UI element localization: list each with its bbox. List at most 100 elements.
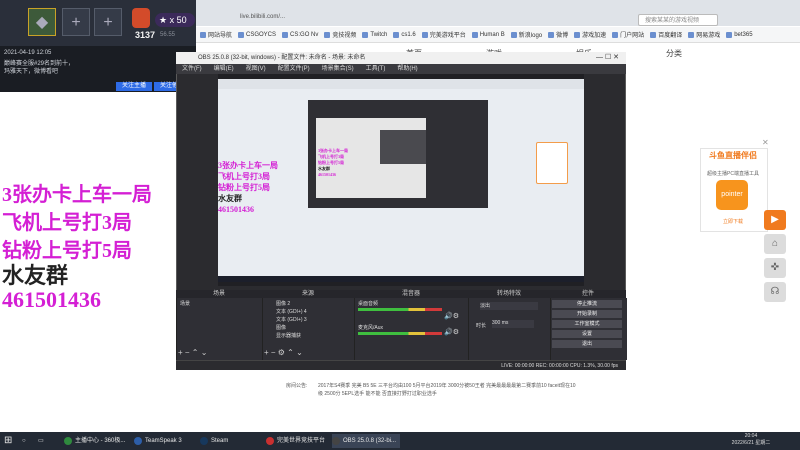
announcement-label: 房间公告:: [286, 383, 308, 389]
bookmark-icon: [612, 31, 619, 38]
bookmark-icon: [650, 31, 657, 38]
preview-overlay-text: 3张办卡上车一局 飞机上号打3局 钻粉上号打5局 水友群 461501436: [218, 160, 308, 230]
bookmark-item[interactable]: 新浪logo: [510, 30, 542, 39]
menu-profile[interactable]: 配置文件(P): [278, 64, 310, 74]
preview-small-line5: 461501436: [318, 172, 336, 177]
bookmark-icon: [421, 31, 428, 38]
address-bar[interactable]: live.bilibili.com/...: [240, 14, 620, 24]
bookmark-label: 竞技视频: [332, 33, 357, 39]
bookmark-icon: [200, 31, 206, 38]
bookmark-item[interactable]: 门户网站: [612, 30, 644, 39]
bookmark-item[interactable]: 游戏加速: [574, 30, 606, 39]
headset-icon[interactable]: ☊: [764, 282, 786, 302]
bookmark-item[interactable]: 完美游戏平台: [421, 30, 466, 39]
menu-scene-collection[interactable]: 场景集合(S): [322, 64, 354, 74]
source-item[interactable]: 文本 (GDI+) 4: [276, 308, 307, 315]
window-controls[interactable]: — ☐ ✕: [596, 53, 619, 61]
preview-line1: 3张办卡上车一局: [218, 161, 278, 170]
start-recording-button[interactable]: 开始录制: [552, 310, 622, 318]
ad-title: 斗鱼直播伴侣: [709, 151, 757, 160]
taskbar-item[interactable]: Steam: [200, 434, 250, 448]
desktop-audio-meter: [358, 308, 442, 311]
follow-button[interactable]: 关注主播: [116, 82, 152, 91]
bookmark-item[interactable]: 网易游戏: [688, 30, 720, 39]
add-slot-icon[interactable]: +: [62, 8, 90, 36]
bookmark-item[interactable]: Human B: [471, 31, 505, 38]
overlay-line2: 飞机上号打3局: [2, 212, 132, 234]
bookmark-label: 游戏加速: [582, 33, 607, 39]
menu-tools[interactable]: 工具(T): [366, 64, 386, 74]
bookmark-item[interactable]: cs1.6: [393, 31, 416, 38]
source-toolbar[interactable]: + − ⚙ ⌃ ⌄: [264, 348, 303, 357]
bookmark-icon: [548, 31, 555, 38]
nav-item[interactable]: 分类: [666, 48, 682, 59]
menu-file[interactable]: 文件(F): [182, 64, 202, 74]
settings-button[interactable]: 设置: [552, 330, 622, 338]
taskbar-clock[interactable]: 20:04 2022/6/21 星期二: [726, 433, 776, 447]
mic-mute-icon[interactable]: 🔊⚙: [444, 328, 459, 336]
gamepad-icon[interactable]: ✜: [764, 258, 786, 278]
search-input[interactable]: 搜索某某的游戏视频: [638, 14, 718, 26]
bookmark-item[interactable]: Twitch: [362, 31, 388, 38]
room-info: 2021-04-19 12:05 巅峰赛全服#29名到前十，玛雅天下，微博看吧 …: [0, 46, 196, 92]
menu-edit[interactable]: 编辑(E): [214, 64, 234, 74]
scene-toolbar[interactable]: + − ⌃ ⌄: [178, 348, 207, 357]
bookmark-label: cs1.6: [401, 31, 416, 38]
studio-mode-button[interactable]: 工作室模式: [552, 320, 622, 328]
mixer-desktop-label: 桌面音频: [358, 301, 379, 307]
add-slot-icon[interactable]: +: [94, 8, 122, 36]
home-icon[interactable]: ⌂: [764, 234, 786, 254]
start-icon[interactable]: ⊞: [4, 434, 12, 448]
bookmark-item[interactable]: CS:GO Nv: [282, 31, 318, 38]
dock-scenes-header: 场景: [176, 290, 262, 298]
preview-line4: 水友群: [218, 194, 242, 203]
taskbar-item[interactable]: TeamSpeak 3: [134, 434, 194, 448]
bookmark-icon: [362, 31, 369, 38]
task-view-icon[interactable]: ▭: [38, 434, 44, 448]
duration-input[interactable]: 300 ms: [492, 320, 534, 328]
bookmark-item[interactable]: bet365: [726, 31, 753, 38]
bookmark-icon: [510, 31, 517, 38]
obs-menu-bar: 文件(F) 编辑(E) 视图(V) 配置文件(P) 场景集合(S) 工具(T) …: [176, 64, 626, 74]
rank-sub: 56.55: [160, 32, 176, 38]
bookmark-item[interactable]: 微博: [548, 30, 568, 39]
preview-overlay-text-small: 3张办卡上车一局 飞机上号打3局 钻粉上号打5局 水友群 461501436: [318, 148, 358, 178]
scene-item[interactable]: 场景: [180, 300, 190, 307]
transition-select[interactable]: 淡出: [480, 302, 538, 310]
bookmarks-bar: 网站导航 CSGOYCS CS:GO Nv 竞技视频 Twitch cs1.6 完美游戏平台…: [196, 27, 800, 43]
bookmark-item[interactable]: 竞技视频: [324, 30, 356, 39]
close-icon[interactable]: ✕: [762, 138, 769, 147]
dock-mixer-header: 混音器: [354, 290, 468, 298]
bookmark-label: Twitch: [370, 31, 388, 38]
menu-help[interactable]: 帮助(H): [397, 64, 417, 74]
stop-streaming-button[interactable]: 停止推流: [552, 300, 622, 308]
source-item[interactable]: 显示器捕获: [276, 332, 301, 339]
exit-button[interactable]: 退出: [552, 340, 622, 348]
source-item[interactable]: 图像 2: [276, 300, 290, 307]
taskbar-item[interactable]: 完美世界竞技平台: [266, 434, 328, 448]
preview-line5: 461501436: [218, 205, 254, 214]
menu-view[interactable]: 视图(V): [246, 64, 266, 74]
preview-line2: 飞机上号打3局: [218, 172, 270, 181]
bookmark-item[interactable]: CSGOYCS: [238, 31, 276, 38]
duration-label: 时长: [476, 323, 487, 329]
ad-download-button[interactable]: 立即下载: [708, 218, 758, 226]
bookmark-label: Human B: [479, 31, 505, 38]
bookmark-label: 百度翻译: [658, 33, 683, 39]
mic-audio-meter: [358, 332, 442, 335]
taskbar-item-active[interactable]: OBS 25.0.8 (32-bi...: [332, 434, 400, 448]
play-icon[interactable]: ▶: [764, 210, 786, 230]
desktop-mute-icon[interactable]: 🔊⚙: [444, 312, 459, 320]
source-item[interactable]: 文本 (GDI+) 3: [276, 316, 307, 323]
rank-number: 3137: [135, 30, 156, 40]
bookmark-label: 门户网站: [620, 33, 645, 39]
taskbar-item[interactable]: 主播中心 - 360极...: [64, 434, 128, 448]
search-icon[interactable]: ○: [22, 434, 26, 448]
bookmark-item[interactable]: 百度翻译: [650, 30, 682, 39]
source-item[interactable]: 图像: [276, 324, 286, 331]
bookmark-item[interactable]: 网站导航: [200, 30, 232, 39]
bookmark-label: 完美游戏平台: [429, 33, 466, 39]
bookmark-icon: [688, 31, 695, 38]
info-time: 2021-04-19 12:05: [4, 50, 52, 56]
overlay-line1: 3张办卡上车一局: [2, 184, 152, 206]
